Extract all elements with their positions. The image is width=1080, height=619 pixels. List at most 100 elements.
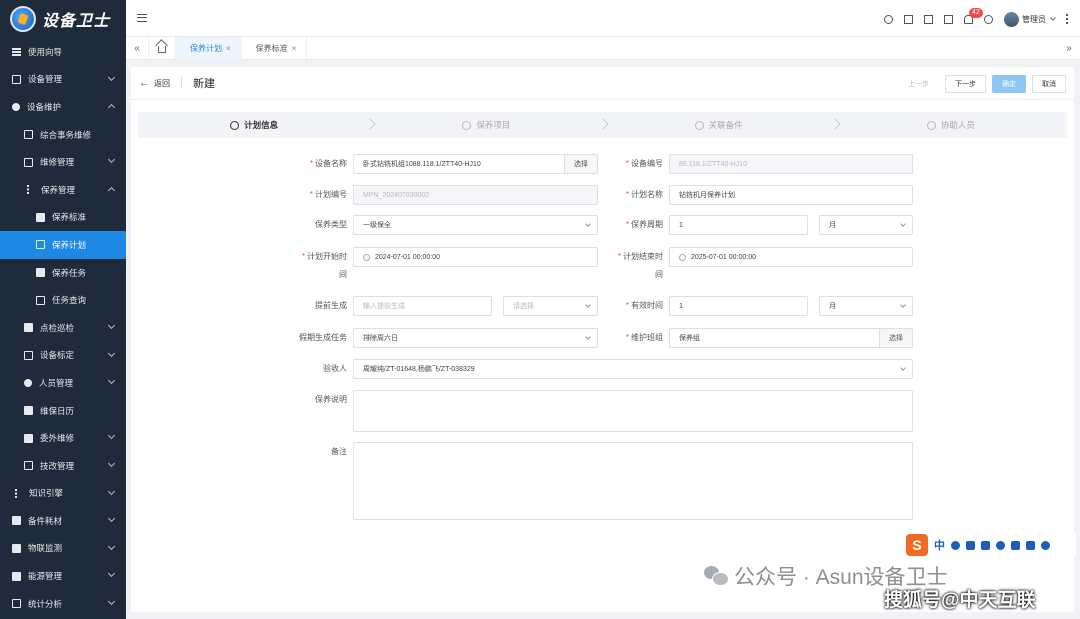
grid-icon bbox=[12, 74, 21, 84]
acceptor-select[interactable]: 周耀纯/ZT-01648,杨鹏飞/ZT-038329 bbox=[353, 359, 913, 379]
microphone-icon[interactable] bbox=[966, 540, 975, 550]
device-name-field[interactable]: 卧式钻铣机组1088.118.1/ZTT40-HJ10 选择 bbox=[353, 154, 598, 174]
menu-toggle-icon[interactable] bbox=[137, 14, 147, 22]
apps-icon[interactable] bbox=[1026, 540, 1035, 550]
document-icon[interactable] bbox=[924, 14, 933, 24]
energy-icon bbox=[12, 571, 21, 581]
group-select-button[interactable]: 选择 bbox=[879, 329, 912, 347]
watermark-sohu: 搜狐号@中天互联 bbox=[884, 590, 1036, 611]
device-no-value: 88.118.1/ZTT40-HJ10 bbox=[679, 160, 747, 168]
tabs-scroll-left-icon[interactable]: « bbox=[126, 43, 148, 54]
notification-badge: 42 bbox=[969, 7, 983, 18]
valid-time-input[interactable]: 1 bbox=[669, 296, 808, 316]
advance-gen-unit-select[interactable]: 请选择 bbox=[503, 296, 598, 316]
chevron-down-icon bbox=[900, 221, 906, 227]
skin-icon[interactable] bbox=[996, 540, 1005, 550]
edit-icon[interactable] bbox=[904, 14, 913, 24]
end-time-picker[interactable]: 2025-07-01 00:00:00 bbox=[669, 247, 913, 267]
app-logo[interactable]: 设备卫士 bbox=[0, 0, 126, 38]
remark-textarea[interactable] bbox=[353, 442, 913, 520]
confirm-button[interactable]: 确定 bbox=[992, 75, 1026, 93]
tab-home[interactable] bbox=[148, 36, 176, 60]
more-vertical-icon[interactable] bbox=[1066, 14, 1068, 24]
plan-name-field[interactable]: 钻铣机月保养计划 bbox=[669, 185, 913, 205]
back-label: 返回 bbox=[154, 78, 170, 88]
globe-icon[interactable] bbox=[984, 14, 993, 24]
tabs-scroll-right-icon[interactable]: » bbox=[1058, 43, 1080, 54]
keyboard-icon[interactable] bbox=[981, 540, 990, 550]
close-icon[interactable]: × bbox=[292, 44, 297, 53]
maint-group-label: * 维护班组 bbox=[625, 333, 663, 342]
step-related-parts[interactable]: 关联备件 bbox=[603, 112, 841, 138]
home-icon bbox=[158, 46, 166, 53]
sidebar-item-label: 设备维护 bbox=[27, 101, 62, 112]
step-label: 计划信息 bbox=[244, 120, 279, 130]
sidebar-item[interactable]: 任务查询 bbox=[0, 286, 126, 314]
plan-name-value: 钻铣机月保养计划 bbox=[679, 192, 735, 199]
start-time-label-cont: 间 bbox=[339, 270, 347, 279]
step-assistants[interactable]: 协助人员 bbox=[835, 112, 1067, 138]
back-button[interactable]: ← 返回 bbox=[139, 78, 170, 89]
sidebar-item[interactable]: 知识引擎 bbox=[0, 480, 126, 508]
device-name-value: 卧式钻铣机组1088.118.1/ZTT40-HJ10 bbox=[363, 161, 481, 168]
description-textarea[interactable] bbox=[353, 390, 913, 432]
acceptor-value: 周耀纯/ZT-01648,杨鹏飞/ZT-038329 bbox=[363, 366, 475, 373]
holiday-task-select[interactable]: 排除周六日 bbox=[353, 328, 598, 348]
sidebar-item-label: 维保日历 bbox=[40, 405, 75, 416]
sidebar-item[interactable]: 设备管理 bbox=[0, 66, 126, 94]
next-step-button[interactable]: 下一步 bbox=[945, 75, 986, 93]
sidebar-item[interactable]: 技改管理 bbox=[0, 452, 126, 480]
start-time-picker[interactable]: 2024-07-01 00:00:00 bbox=[353, 247, 598, 267]
sidebar-item[interactable]: 能源管理 bbox=[0, 562, 126, 590]
sidebar-item[interactable]: 物联监测 bbox=[0, 535, 126, 563]
punctuation-icon[interactable] bbox=[951, 540, 960, 550]
sidebar-item[interactable]: 综合事务维修 bbox=[0, 121, 126, 149]
sidebar-item[interactable]: 设备标定 bbox=[0, 342, 126, 370]
step-plan-info[interactable]: 计划信息 bbox=[138, 112, 376, 138]
sidebar-item[interactable]: 保养任务 bbox=[0, 259, 126, 287]
device-select-button[interactable]: 选择 bbox=[564, 155, 597, 173]
valid-time-unit-select[interactable]: 月 bbox=[819, 296, 913, 316]
sidebar-item-label: 使用向导 bbox=[28, 46, 63, 57]
prev-step-button[interactable]: 上一步 bbox=[898, 75, 939, 93]
sidebar-item[interactable]: 人员管理 bbox=[0, 369, 126, 397]
sidebar-item[interactable]: 点检巡检 bbox=[0, 314, 126, 342]
sidebar-item[interactable]: 使用向导 bbox=[0, 38, 126, 66]
sidebar-item[interactable]: 保养管理 bbox=[0, 176, 126, 204]
maint-type-select[interactable]: 一级保全 bbox=[353, 215, 598, 235]
tab-maintenance-standard[interactable]: 保养标准 × bbox=[242, 36, 308, 60]
chevron-down-icon bbox=[107, 321, 116, 329]
sidebar-item[interactable]: 维修管理 bbox=[0, 148, 126, 176]
sidebar-item-label: 任务查询 bbox=[52, 295, 87, 306]
sidebar-menu: 使用向导设备管理设备维护综合事务维修 维修管理 保养管理 保养标准 保养计划 保养任务任务… bbox=[0, 38, 126, 617]
chevron-down-icon bbox=[107, 377, 116, 385]
holiday-task-value: 排除周六日 bbox=[363, 335, 398, 342]
bell-icon[interactable]: 42 bbox=[964, 7, 983, 24]
chevron-down-icon bbox=[107, 459, 116, 467]
maint-cycle-input[interactable]: 1 bbox=[669, 215, 808, 235]
plan-no-value: MPN_202407030002 bbox=[363, 191, 430, 199]
sidebar-item[interactable]: 委外维修 bbox=[0, 424, 126, 452]
sidebar-item[interactable]: 保养计划 bbox=[0, 231, 126, 259]
chevron-down-icon bbox=[900, 302, 906, 308]
tab-maintenance-plan[interactable]: 保养计划 × bbox=[176, 36, 242, 60]
divider bbox=[181, 77, 182, 89]
advance-gen-input[interactable]: 输入提前生成 bbox=[353, 296, 492, 316]
search-icon[interactable] bbox=[884, 14, 893, 24]
ime-logo-icon[interactable]: S bbox=[906, 534, 928, 556]
chat-icon[interactable] bbox=[1011, 540, 1020, 550]
cancel-button[interactable]: 取消 bbox=[1032, 75, 1066, 93]
sidebar-item[interactable]: 备件耗材 bbox=[0, 507, 126, 535]
sidebar-item[interactable]: 设备维护 bbox=[0, 93, 126, 121]
maint-group-field[interactable]: 保养组 选择 bbox=[669, 328, 913, 348]
user-menu[interactable]: 管理员 bbox=[1004, 11, 1056, 27]
sidebar-item[interactable]: 维保日历 bbox=[0, 397, 126, 425]
settings-icon[interactable] bbox=[1041, 540, 1050, 550]
sidebar-item[interactable]: 统计分析 bbox=[0, 590, 126, 618]
maint-cycle-unit-select[interactable]: 月 bbox=[819, 215, 913, 235]
ime-mode[interactable]: 中 bbox=[934, 537, 945, 553]
step-maintenance-items[interactable]: 保养项目 bbox=[370, 112, 609, 138]
close-icon[interactable]: × bbox=[226, 44, 231, 53]
sidebar-item[interactable]: 保养标准 bbox=[0, 204, 126, 232]
fullscreen-icon[interactable] bbox=[944, 14, 953, 24]
